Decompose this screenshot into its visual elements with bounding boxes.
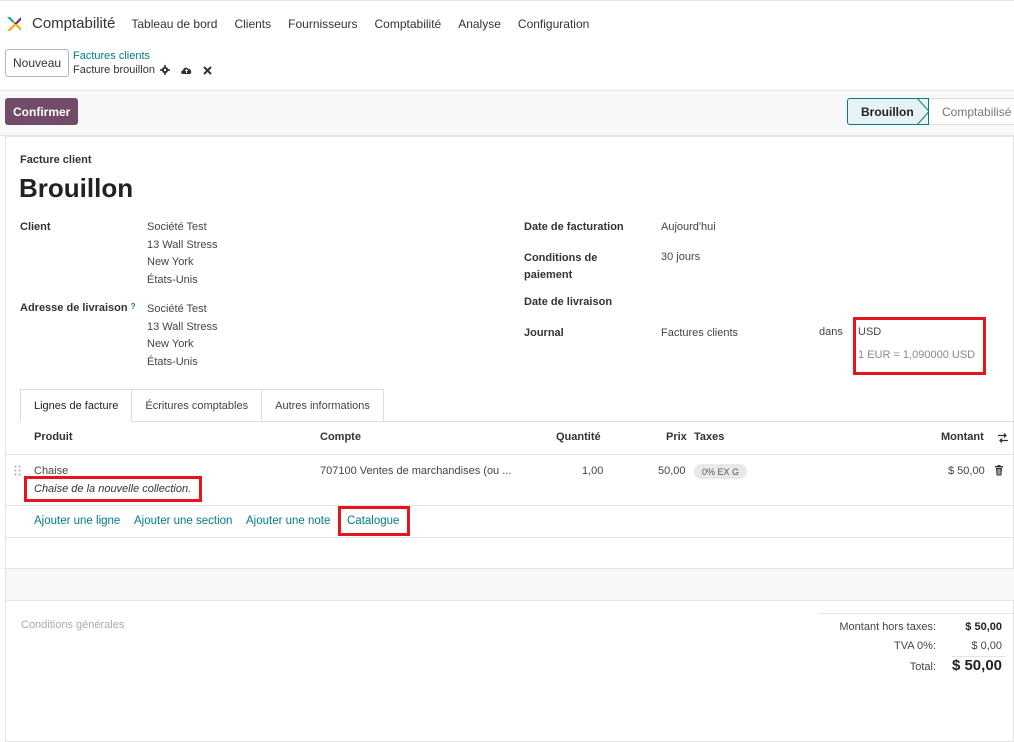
in-label: dans <box>819 326 843 338</box>
col-product-header[interactable]: Produit <box>34 431 73 443</box>
payment-terms-label: Conditions de paiement <box>524 250 597 284</box>
tva-value: $ 0,00 <box>971 640 1002 652</box>
nav-accounting[interactable]: Comptabilité <box>375 17 442 31</box>
invoice-title: Brouillon <box>19 173 134 203</box>
client-line: États-Unis <box>147 273 198 286</box>
delivery-address-label: Adresse de livraison ? <box>20 302 136 314</box>
discard-close-icon[interactable] <box>203 65 212 75</box>
tab-other-info[interactable]: Autres informations <box>262 389 384 422</box>
delivery-line: 13 Wall Stress <box>147 320 218 333</box>
tva-label: TVA 0%: <box>894 640 936 652</box>
top-navbar: Comptabilité Tableau de bord Clients Fou… <box>0 0 1014 46</box>
line-tax-badge[interactable]: 0% EX G <box>694 464 748 479</box>
client-field[interactable]: Société Test 13 Wall Stress New York Éta… <box>147 219 218 289</box>
total-label: Total: <box>909 661 936 673</box>
header-divider <box>6 454 1014 455</box>
help-tooltip-icon[interactable]: ? <box>131 302 136 311</box>
table-bottom-divider <box>6 600 1014 601</box>
breadcrumb-parent[interactable]: Factures clients <box>73 50 150 62</box>
invoice-date-label: Date de facturation <box>524 221 624 233</box>
nav-suppliers[interactable]: Fournisseurs <box>288 17 357 31</box>
delivery-date-label: Date de livraison <box>524 296 613 308</box>
row-divider <box>6 505 1014 506</box>
delivery-address-field[interactable]: Société Test 13 Wall Stress New York Éta… <box>147 301 218 371</box>
tab-invoice-lines[interactable]: Lignes de facture <box>20 389 133 422</box>
untaxed-amount-value: $ 50,00 <box>965 621 1002 633</box>
new-button[interactable]: Nouveau <box>5 49 70 77</box>
stage-posted-label: Comptabilisé <box>942 104 1012 119</box>
tabs-divider <box>132 421 1014 422</box>
add-line-link[interactable]: Ajouter une ligne <box>34 515 120 527</box>
stage-posted[interactable]: Comptabilisé <box>929 98 1014 125</box>
invoice-form-sheet: Facture client Brouillon Client Société … <box>5 136 1014 742</box>
control-panel: Nouveau Factures clients Facture brouill… <box>0 46 1014 91</box>
total-value: $ 50,00 <box>951 657 1002 674</box>
journal-label: Journal <box>524 327 564 339</box>
payment-terms-field[interactable]: 30 jours <box>661 249 700 267</box>
terms-conditions-field[interactable]: Conditions générales <box>21 619 124 631</box>
nav-configuration[interactable]: Configuration <box>518 17 589 31</box>
client-line: New York <box>147 256 194 268</box>
journal-field[interactable]: Factures clients <box>661 325 738 343</box>
col-quantity-header[interactable]: Quantité <box>556 431 601 443</box>
delivery-line: Société Test <box>147 303 207 315</box>
client-line: 13 Wall Stress <box>147 238 218 251</box>
nav-clients[interactable]: Clients <box>234 17 271 31</box>
add-links-divider <box>6 537 1014 538</box>
accounting-app-icon[interactable] <box>5 15 23 33</box>
status-bar: Confirmer Brouillon Comptabilisé <box>0 91 1014 136</box>
delivery-address-label-text: Adresse de livraison <box>20 302 128 314</box>
cloud-upload-icon[interactable] <box>180 65 193 75</box>
optional-columns-icon[interactable] <box>997 432 1009 444</box>
untaxed-amount-label: Montant hors taxes: <box>839 621 936 633</box>
invoice-type-label: Facture client <box>20 154 92 166</box>
app-name[interactable]: Comptabilité <box>32 15 115 32</box>
invoice-date-field[interactable]: Aujourd'hui <box>661 219 716 237</box>
totals-top-divider <box>819 613 1014 614</box>
client-line: Société Test <box>147 221 207 233</box>
gear-icon[interactable] <box>159 65 170 75</box>
client-label: Client <box>20 221 51 233</box>
line-amount: $ 50,00 <box>948 465 985 477</box>
line-quantity[interactable]: 1,00 <box>582 465 603 477</box>
nav-dashboard[interactable]: Tableau de bord <box>131 17 217 31</box>
breadcrumb-current: Facture brouillon <box>73 64 222 76</box>
tab-journal-items[interactable]: Écritures comptables <box>132 389 263 422</box>
col-account-header[interactable]: Compte <box>320 431 361 443</box>
add-section-link[interactable]: Ajouter une section <box>134 515 232 527</box>
col-amount-header[interactable]: Montant <box>941 431 984 443</box>
drag-handle-icon[interactable] <box>14 465 21 476</box>
delivery-line: États-Unis <box>147 355 198 368</box>
payment-terms-label-line1: Conditions de <box>524 252 598 264</box>
delivery-line: New York <box>147 338 194 350</box>
notebook-tabs: Lignes de facture Écritures comptables A… <box>20 389 384 422</box>
line-account[interactable]: 707100 Ventes de marchandises (ou ... <box>320 465 511 477</box>
col-price-header[interactable]: Prix <box>666 431 687 443</box>
payment-terms-label-line2: paiement <box>524 269 573 281</box>
highlight-box-description <box>24 476 202 502</box>
add-note-link[interactable]: Ajouter une note <box>246 515 330 527</box>
trash-icon[interactable] <box>994 465 1004 476</box>
breadcrumb-current-label: Facture brouillon <box>73 64 155 76</box>
line-price[interactable]: 50,00 <box>658 465 686 477</box>
confirm-button[interactable]: Confirmer <box>5 98 79 125</box>
empty-band <box>6 569 1014 600</box>
col-taxes-header[interactable]: Taxes <box>694 431 724 443</box>
highlight-box-currency <box>853 317 986 375</box>
nav-analysis[interactable]: Analyse <box>458 17 501 31</box>
highlight-box-catalog <box>338 506 410 536</box>
